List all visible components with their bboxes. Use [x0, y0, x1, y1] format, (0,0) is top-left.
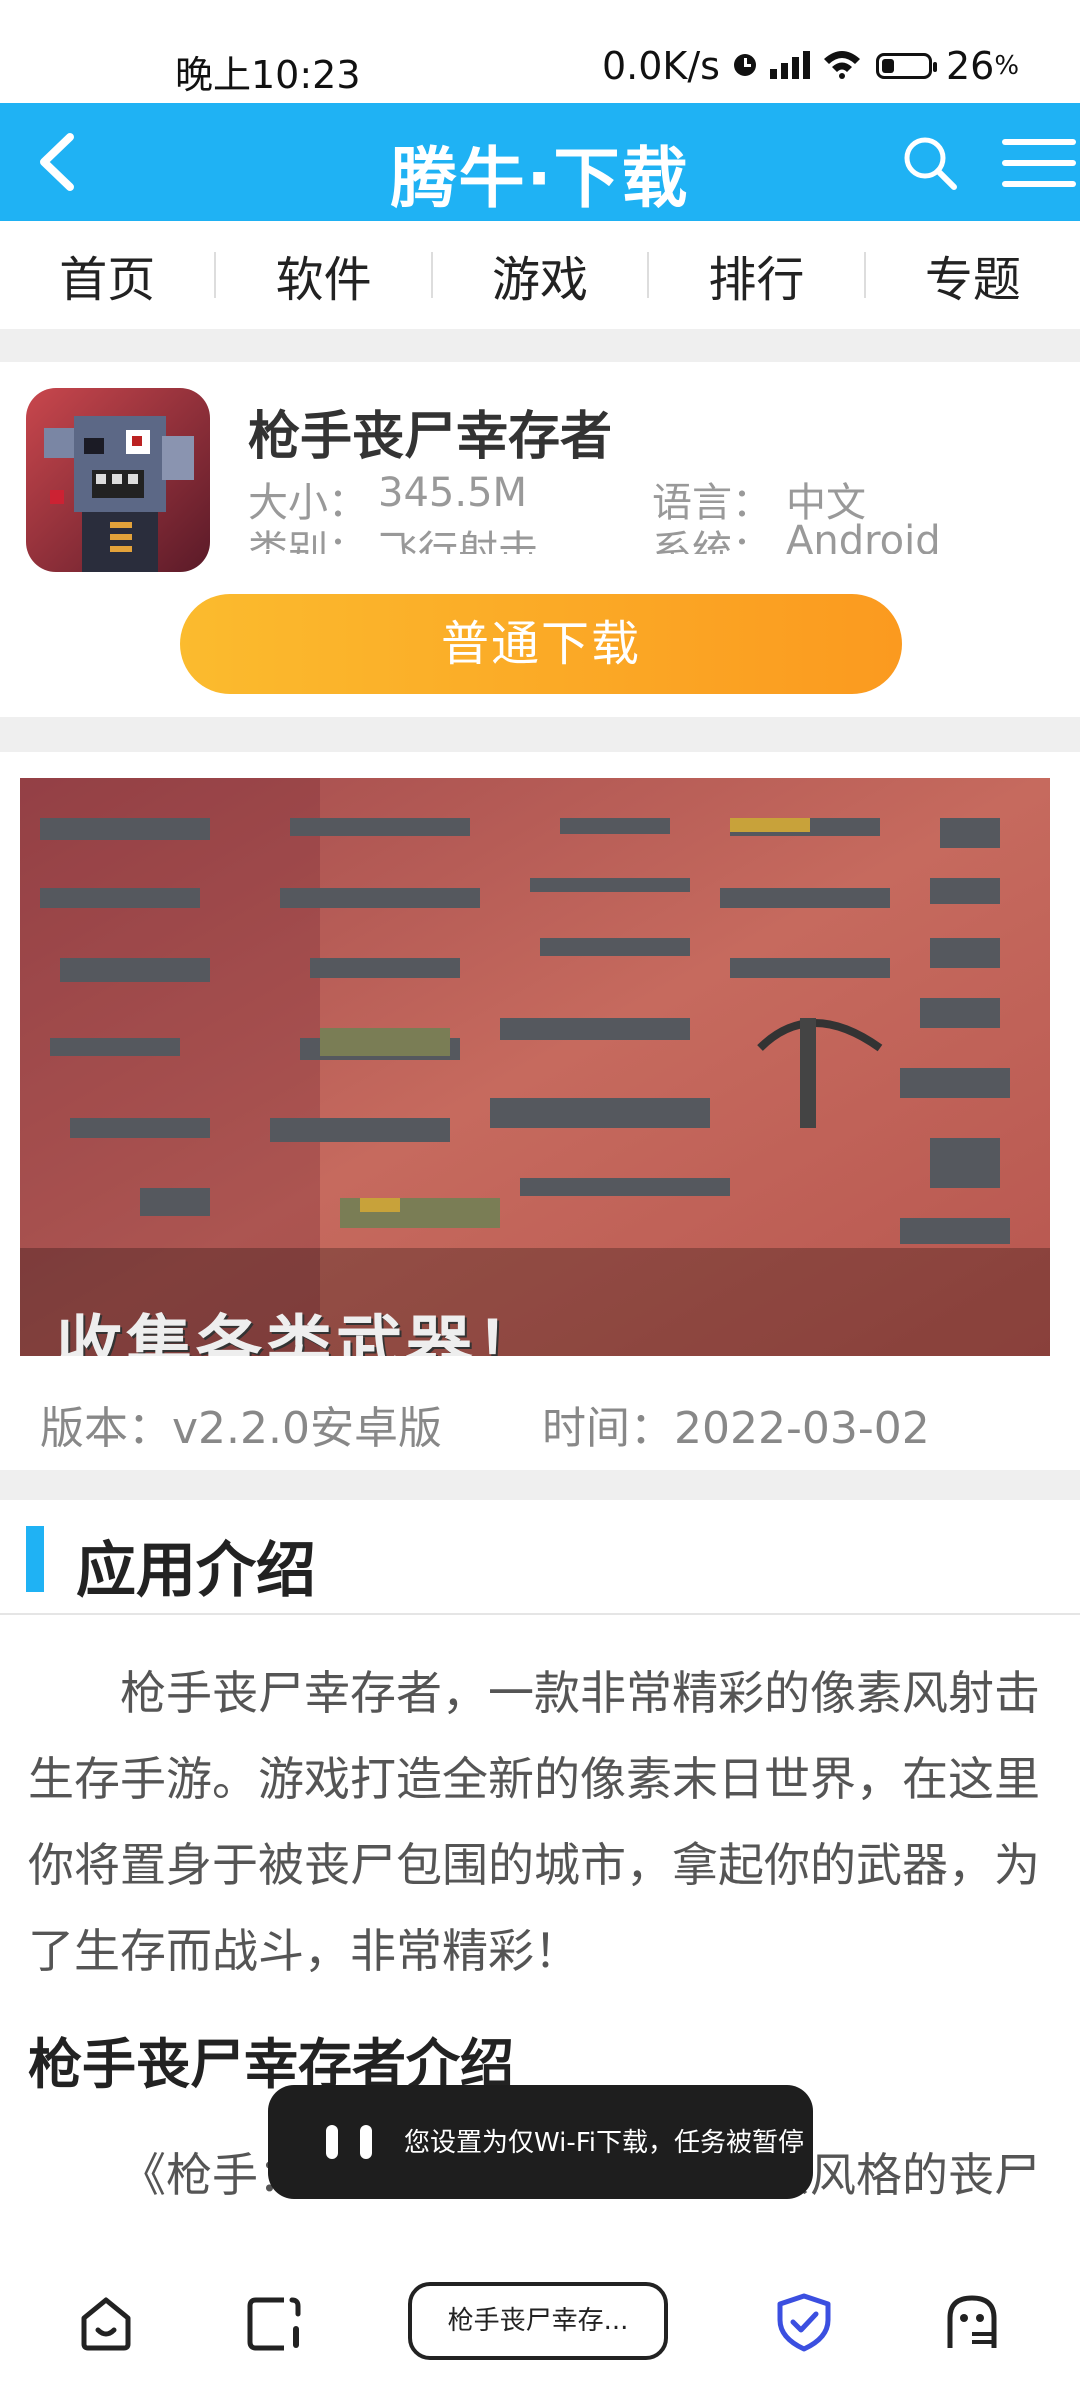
wifi-paused-toast: 您设置为仅Wi-Fi下载，任务被暂停: [268, 2085, 813, 2199]
battery-icon: [875, 53, 937, 79]
category-nav: 首页 软件 游戏 排行 专题: [0, 221, 1080, 329]
system-label: 系统：: [652, 528, 772, 554]
app-meta: 大小： 345.5M 语言： 中文 类别： 飞行射击 系统： Android: [248, 470, 968, 554]
status-indicators: 0.0K/s 26%: [602, 44, 1019, 88]
alarm-icon: [730, 44, 760, 88]
wifi-icon: [822, 44, 862, 88]
ghost-icon[interactable]: [942, 2292, 1002, 2352]
category-value: 飞行射击: [378, 528, 538, 554]
nav-item-games[interactable]: 游戏: [433, 240, 647, 310]
search-icon[interactable]: [900, 133, 960, 193]
current-tab-button[interactable]: 枪手丧尸幸存...: [408, 2282, 668, 2360]
app-icon[interactable]: [26, 388, 210, 572]
status-bar: 晚上10:23 0.0K/s 26%: [0, 0, 1080, 103]
battery-unit: %: [994, 51, 1020, 81]
nav-item-topics[interactable]: 专题: [866, 240, 1080, 310]
screenshot-card: 收集各类武器！ 版本：v2.2.0安卓版 时间：2022-03-02: [0, 752, 1080, 1470]
system-value: Android: [786, 518, 941, 554]
status-time: 晚上10:23: [175, 53, 361, 97]
shield-icon[interactable]: [774, 2292, 834, 2352]
menu-icon[interactable]: [998, 133, 1078, 193]
browser-bottom-bar: 枪手丧尸幸存...: [0, 2236, 1080, 2400]
intro-paragraph: 枪手丧尸幸存者，一款非常精彩的像素风射击生存手游。游戏打造全新的像素末日世界，在…: [28, 1666, 1040, 1978]
home-icon[interactable]: [76, 2292, 136, 2352]
pause-icon: [324, 2125, 374, 2159]
signal-icon: [769, 44, 812, 88]
section-title: 应用介绍: [76, 1536, 316, 1606]
section-accent-bar: [26, 1526, 44, 1592]
section-gap: [0, 329, 1080, 362]
nav-item-ranking[interactable]: 排行: [649, 240, 863, 310]
tabs-icon[interactable]: [244, 2292, 304, 2352]
game-screenshot[interactable]: 收集各类武器！: [20, 778, 1050, 1356]
section-gap: [0, 717, 1080, 752]
release-date: 时间：2022-03-02: [542, 1403, 930, 1454]
net-speed: 0.0K/s: [602, 44, 720, 88]
screenshot-caption: 收集各类武器！: [56, 1308, 546, 1356]
nav-item-home[interactable]: 首页: [0, 240, 214, 310]
category-label: 类别：: [248, 528, 368, 554]
section-divider: [0, 1613, 1080, 1615]
section-gap: [0, 1470, 1080, 1500]
nav-item-software[interactable]: 软件: [216, 240, 430, 310]
app-info-card: 枪手丧尸幸存者 大小： 345.5M 语言： 中文 类别： 飞行射击 系统： A…: [0, 362, 1080, 717]
app-name: 枪手丧尸幸存者: [248, 407, 613, 467]
app-header: 腾牛·下载: [0, 103, 1080, 221]
app-version: 版本：v2.2.0安卓版: [40, 1403, 442, 1454]
toast-message: 您设置为仅Wi-Fi下载，任务被暂停: [404, 2128, 805, 2158]
download-button[interactable]: 普通下载: [180, 594, 902, 694]
size-value: 345.5M: [378, 470, 528, 516]
battery-level: 26: [945, 44, 995, 88]
